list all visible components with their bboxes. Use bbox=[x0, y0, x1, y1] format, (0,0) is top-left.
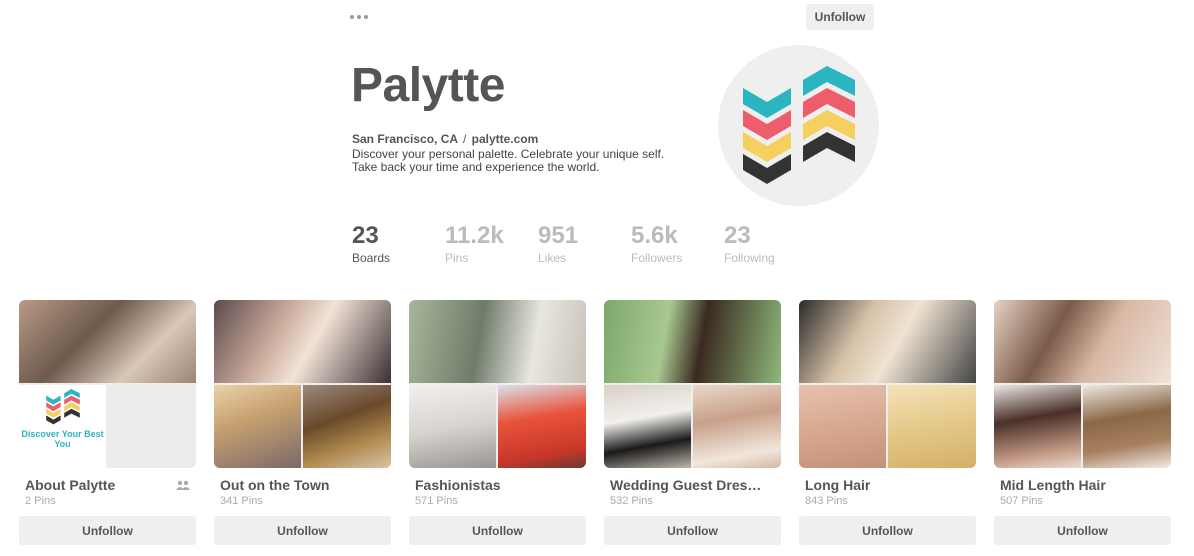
board-cover-text: Discover Your Best You bbox=[21, 429, 104, 449]
stat-label: Followers bbox=[631, 251, 683, 265]
palytte-logo-icon bbox=[45, 389, 80, 425]
board-card[interactable]: Wedding Guest Dres… 532 Pins Unfollow bbox=[604, 300, 781, 545]
board-unfollow-button[interactable]: Unfollow bbox=[409, 516, 586, 545]
more-dots-icon[interactable] bbox=[350, 10, 372, 24]
board-pin-count: 2 Pins bbox=[25, 495, 56, 507]
board-unfollow-button[interactable]: Unfollow bbox=[19, 516, 196, 545]
board-pin-count: 507 Pins bbox=[1000, 495, 1043, 507]
profile-website-link[interactable]: palytte.com bbox=[472, 132, 539, 146]
boards-grid: Discover Your Best You About Palytte 2 P… bbox=[19, 300, 1171, 545]
stat-value: 23 bbox=[352, 222, 379, 249]
board-cover-image bbox=[994, 300, 1171, 383]
stat-label: Likes bbox=[538, 251, 567, 265]
profile-location-row: San Francisco, CA / palytte.com bbox=[352, 132, 539, 146]
stat-value: 23 bbox=[724, 222, 751, 249]
board-unfollow-button[interactable]: Unfollow bbox=[994, 516, 1171, 545]
stat-value: 951 bbox=[538, 222, 579, 249]
stat-value: 11.2k bbox=[445, 222, 504, 249]
stat-following[interactable]: 23 Following bbox=[724, 222, 817, 266]
board-cover-thumbnail bbox=[1083, 385, 1171, 468]
profile-stats: 23 Boards 11.2k Pins 951 Likes 5.6k Foll… bbox=[352, 222, 817, 266]
board-cover[interactable] bbox=[994, 300, 1171, 468]
board-cover[interactable] bbox=[409, 300, 586, 468]
board-cover-thumbnail: Discover Your Best You bbox=[19, 385, 106, 468]
group-icon bbox=[176, 480, 190, 490]
profile-name: Palytte bbox=[351, 59, 505, 112]
board-card[interactable]: Discover Your Best You About Palytte 2 P… bbox=[19, 300, 196, 545]
board-cover-image bbox=[409, 300, 586, 383]
profile-description-line: Take back your time and experience the w… bbox=[352, 160, 600, 174]
board-cover-thumbnail bbox=[994, 385, 1081, 468]
board-pin-count: 843 Pins bbox=[805, 495, 848, 507]
stat-pins[interactable]: 11.2k Pins bbox=[445, 222, 538, 266]
board-title[interactable]: Fashionistas bbox=[415, 477, 501, 493]
board-pin-count: 341 Pins bbox=[220, 495, 263, 507]
stat-label: Following bbox=[724, 251, 775, 265]
stat-boards[interactable]: 23 Boards bbox=[352, 222, 445, 266]
stat-label: Pins bbox=[445, 251, 469, 265]
profile-location: San Francisco, CA bbox=[352, 132, 458, 146]
board-title[interactable]: Long Hair bbox=[805, 477, 870, 493]
board-cover-thumbnail bbox=[693, 385, 781, 468]
board-cover-thumbnail bbox=[409, 385, 496, 468]
board-unfollow-button[interactable]: Unfollow bbox=[214, 516, 391, 545]
board-cover-thumbnail bbox=[303, 385, 391, 468]
board-title[interactable]: About Palytte bbox=[25, 477, 115, 493]
board-cover-thumbnail bbox=[888, 385, 976, 468]
board-cover-thumbnail bbox=[604, 385, 691, 468]
avatar bbox=[718, 45, 879, 206]
board-card[interactable]: Long Hair 843 Pins Unfollow bbox=[799, 300, 976, 545]
board-pin-count: 571 Pins bbox=[415, 495, 458, 507]
stat-label: Boards bbox=[352, 251, 391, 265]
board-cover-image bbox=[604, 300, 781, 383]
board-title[interactable]: Wedding Guest Dres… bbox=[610, 477, 761, 493]
board-card[interactable]: Fashionistas 571 Pins Unfollow bbox=[409, 300, 586, 545]
board-cover-thumbnail bbox=[214, 385, 301, 468]
board-cover[interactable]: Discover Your Best You bbox=[19, 300, 196, 468]
board-cover-thumbnail bbox=[498, 385, 586, 468]
board-cover-thumbnail bbox=[108, 385, 196, 468]
board-cover-thumbnail bbox=[799, 385, 886, 468]
board-cover-image bbox=[799, 300, 976, 383]
board-cover[interactable] bbox=[604, 300, 781, 468]
board-unfollow-button[interactable]: Unfollow bbox=[604, 516, 781, 545]
board-cover-image bbox=[214, 300, 391, 383]
palytte-logo-icon bbox=[742, 65, 855, 184]
board-cover-image bbox=[19, 300, 196, 383]
board-title[interactable]: Out on the Town bbox=[220, 477, 329, 493]
board-unfollow-button[interactable]: Unfollow bbox=[799, 516, 976, 545]
board-title[interactable]: Mid Length Hair bbox=[1000, 477, 1106, 493]
unfollow-button[interactable]: Unfollow bbox=[806, 4, 874, 30]
stat-value: 5.6k bbox=[631, 222, 678, 249]
board-card[interactable]: Mid Length Hair 507 Pins Unfollow bbox=[994, 300, 1171, 545]
stat-likes[interactable]: 951 Likes bbox=[538, 222, 631, 266]
profile-description: Discover your personal palette. Celebrat… bbox=[352, 148, 664, 174]
board-pin-count: 532 Pins bbox=[610, 495, 653, 507]
board-cover[interactable] bbox=[214, 300, 391, 468]
board-card[interactable]: Out on the Town 341 Pins Unfollow bbox=[214, 300, 391, 545]
stat-followers[interactable]: 5.6k Followers bbox=[631, 222, 724, 266]
board-cover[interactable] bbox=[799, 300, 976, 468]
